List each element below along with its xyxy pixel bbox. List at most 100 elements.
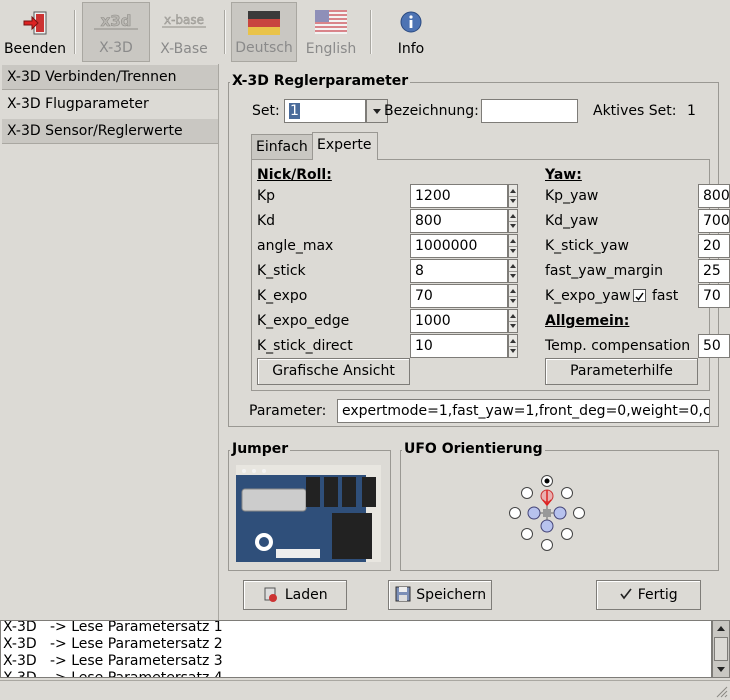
toolbar-separator bbox=[224, 10, 226, 54]
param-label: K_expo bbox=[257, 288, 308, 304]
tab-label: Experte bbox=[317, 137, 372, 153]
grafische-ansicht-button[interactable]: Grafische Ansicht bbox=[257, 358, 410, 385]
ufo-orientation-selector[interactable] bbox=[505, 472, 589, 556]
param-label: K_expo_edge bbox=[257, 313, 350, 329]
kd-yaw-input[interactable]: 700 bbox=[698, 209, 730, 233]
load-icon bbox=[264, 587, 278, 602]
log-view[interactable]: X-3D -> Lese Parametersatz 1 X-3D -> Les… bbox=[0, 620, 712, 678]
laden-label: Laden bbox=[284, 587, 328, 603]
k-expo-input[interactable]: 70 bbox=[410, 284, 508, 308]
deutsch-button[interactable]: Deutsch bbox=[231, 2, 297, 62]
fast-label: fast bbox=[652, 288, 679, 304]
angle-max-input[interactable]: 1000000 bbox=[410, 234, 508, 258]
fertig-button[interactable]: Fertig bbox=[596, 580, 701, 610]
temp-compensation-input[interactable]: 50 bbox=[698, 334, 730, 358]
reglerparameter-title: X-3D Reglerparameter bbox=[230, 73, 411, 89]
set-value: 1 bbox=[289, 103, 300, 119]
parameter-input[interactable]: expertmode=1,fast_yaw=1,front_deg=0,weig… bbox=[337, 399, 710, 423]
k-expo-edge-spinner[interactable] bbox=[508, 309, 518, 333]
sidebar-item-sensor[interactable]: X-3D Sensor/Reglerwerte bbox=[2, 119, 218, 144]
tab-join bbox=[313, 158, 377, 161]
kp-spinner[interactable] bbox=[508, 184, 518, 208]
k-stick-input[interactable]: 8 bbox=[410, 259, 508, 283]
us-flag-icon bbox=[315, 10, 347, 34]
allgemein-heading: Allgemein: bbox=[545, 313, 630, 329]
set-combobox[interactable]: 1 bbox=[284, 99, 366, 123]
log-line: X-3D -> Lese Parametersatz 3 bbox=[3, 653, 223, 669]
german-flag-icon bbox=[248, 11, 280, 35]
k-stick-yaw-input[interactable]: 20 bbox=[698, 234, 730, 258]
speichern-button[interactable]: Speichern bbox=[388, 580, 492, 610]
speichern-label: Speichern bbox=[416, 587, 487, 603]
param-label: Kp bbox=[257, 188, 276, 204]
xbase-button[interactable]: x-base X-Base bbox=[152, 2, 216, 62]
sidebar-item-label: X-3D Flugparameter bbox=[7, 96, 149, 112]
log-line: X-3D -> Lese Parametersatz 4 bbox=[3, 670, 223, 678]
fast-yaw-margin-input[interactable]: 25 bbox=[698, 259, 730, 283]
nick-roll-heading: Nick/Roll: bbox=[257, 167, 332, 183]
sidebar-item-label: X-3D Verbinden/Trennen bbox=[7, 69, 177, 85]
checkmark-icon bbox=[635, 292, 644, 301]
sidebar-item-flugparameter[interactable]: X-3D Flugparameter bbox=[2, 92, 218, 117]
bezeichnung-label: Bezeichnung: bbox=[384, 103, 479, 119]
k-expo-yaw-input[interactable]: 70 bbox=[698, 284, 730, 308]
info-icon bbox=[400, 11, 422, 33]
sidebar-item-label: X-3D Sensor/Reglerwerte bbox=[7, 123, 183, 139]
bezeichnung-input[interactable] bbox=[481, 99, 578, 123]
pane-divider bbox=[218, 64, 220, 620]
param-label: K_expo_yaw bbox=[545, 288, 631, 304]
k-stick-spinner[interactable] bbox=[508, 259, 518, 283]
scroll-down-icon[interactable] bbox=[715, 663, 727, 675]
beenden-button[interactable]: Beenden bbox=[2, 2, 68, 62]
resize-grip-icon[interactable] bbox=[714, 684, 728, 698]
svg-text:x3d: x3d bbox=[101, 12, 132, 30]
tab-experte[interactable]: Experte bbox=[312, 132, 378, 160]
log-line: X-3D -> Lese Parametersatz 1 bbox=[3, 620, 223, 635]
jumper-image bbox=[236, 465, 381, 562]
fertig-label: Fertig bbox=[637, 587, 678, 603]
toolbar-separator bbox=[370, 10, 372, 54]
info-button[interactable]: Info bbox=[380, 2, 442, 62]
kp-input[interactable]: 1200 bbox=[410, 184, 508, 208]
aktives-set-value: 1 bbox=[687, 103, 696, 119]
scrollbar-thumb[interactable] bbox=[714, 637, 728, 661]
kp-yaw-input[interactable]: 800 bbox=[698, 184, 730, 208]
param-label: K_stick_direct bbox=[257, 338, 353, 354]
fast-checkbox[interactable] bbox=[633, 289, 646, 302]
beenden-label: Beenden bbox=[3, 41, 67, 57]
param-label: K_stick bbox=[257, 263, 306, 279]
sidebar-item-verbinden[interactable]: X-3D Verbinden/Trennen bbox=[2, 65, 218, 90]
save-icon bbox=[395, 586, 411, 602]
param-label: Kp_yaw bbox=[545, 188, 599, 204]
k-stick-direct-spinner[interactable] bbox=[508, 334, 518, 358]
k-expo-edge-input[interactable]: 1000 bbox=[410, 309, 508, 333]
x3d-button[interactable]: x3d X-3D bbox=[82, 2, 150, 62]
laden-button[interactable]: Laden bbox=[243, 580, 347, 610]
exit-icon bbox=[23, 11, 47, 35]
english-button[interactable]: English bbox=[300, 2, 362, 62]
kd-input[interactable]: 800 bbox=[410, 209, 508, 233]
xbase-logo-icon: x-base bbox=[162, 13, 206, 28]
parameter-label: Parameter: bbox=[249, 403, 327, 419]
tab-label: Einfach bbox=[256, 139, 308, 155]
scroll-up-icon[interactable] bbox=[715, 623, 727, 635]
jumper-title: Jumper bbox=[230, 441, 291, 457]
k-expo-spinner[interactable] bbox=[508, 284, 518, 308]
kd-spinner[interactable] bbox=[508, 209, 518, 233]
log-scrollbar[interactable] bbox=[712, 620, 730, 678]
param-label: Temp. compensation bbox=[545, 338, 691, 354]
aktives-set-label: Aktives Set: bbox=[593, 103, 677, 119]
tab-einfach[interactable]: Einfach bbox=[251, 134, 313, 160]
svg-text:x-base: x-base bbox=[164, 13, 204, 27]
english-label: English bbox=[305, 41, 357, 57]
x3d-logo-icon: x3d bbox=[94, 12, 138, 30]
toolbar: Beenden x3d X-3D x-base X-Base Deutsch E… bbox=[0, 0, 730, 64]
ufo-title: UFO Orientierung bbox=[402, 441, 545, 457]
k-stick-direct-input[interactable]: 10 bbox=[410, 334, 508, 358]
set-label: Set: bbox=[252, 103, 280, 119]
x3d-label: X-3D bbox=[99, 40, 133, 56]
param-label: Kd_yaw bbox=[545, 213, 599, 229]
xbase-label: X-Base bbox=[160, 41, 208, 57]
parameterhilfe-button[interactable]: Parameterhilfe bbox=[545, 358, 698, 385]
angle-max-spinner[interactable] bbox=[508, 234, 518, 258]
